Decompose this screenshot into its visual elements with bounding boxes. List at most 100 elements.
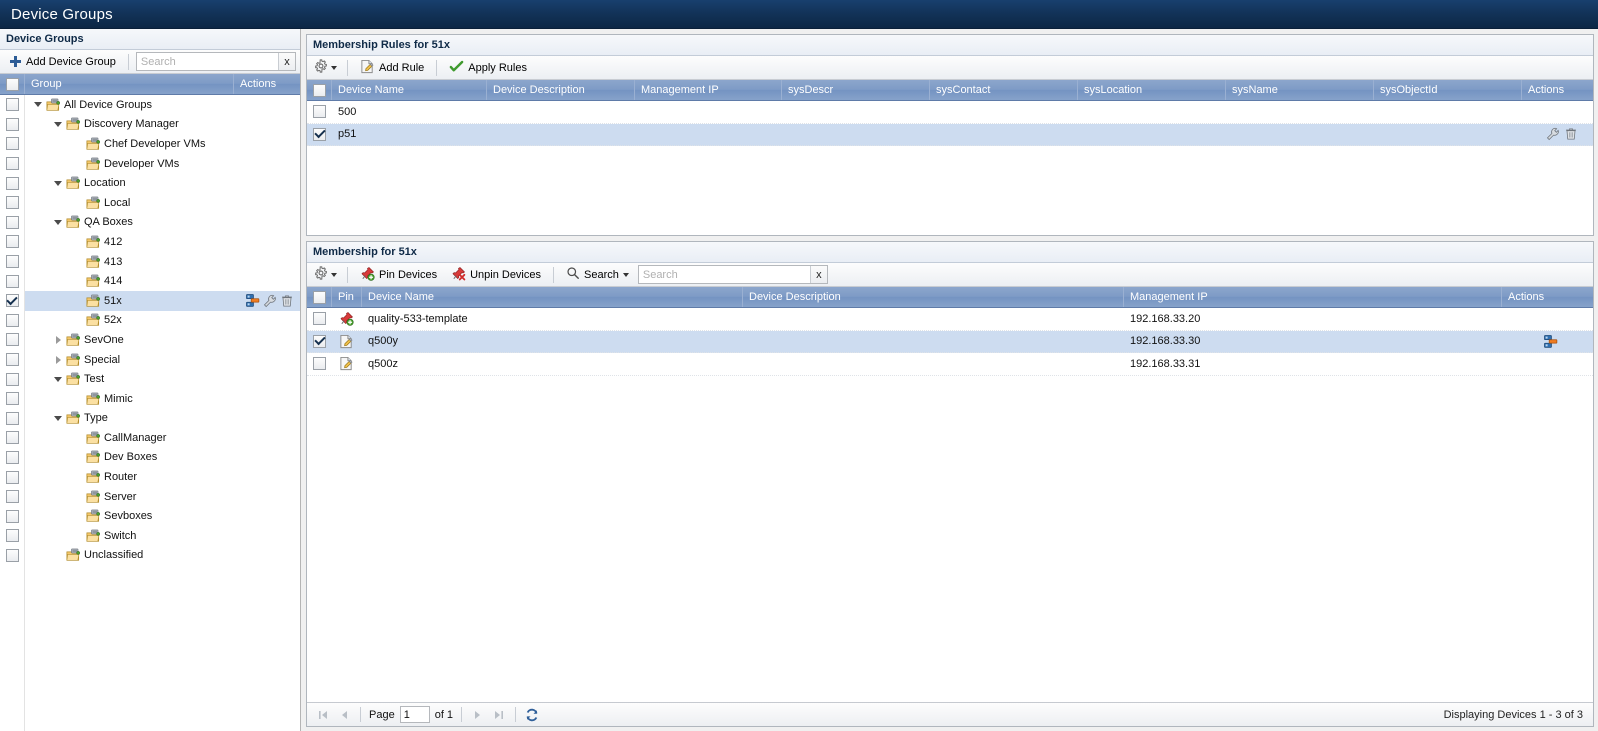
wrench-icon[interactable] (1546, 127, 1560, 141)
tree-row-checkbox[interactable] (5, 470, 19, 484)
tree-row-checkbox[interactable] (5, 548, 19, 562)
column-header-actions[interactable]: Actions (1502, 287, 1566, 307)
column-header-syscontact[interactable]: sysContact (930, 80, 1078, 100)
page-number-input[interactable] (399, 706, 430, 723)
column-header-pin[interactable]: Pin (332, 287, 362, 307)
chevron-down-icon[interactable] (54, 180, 62, 186)
tree-row-checkbox[interactable] (5, 98, 19, 112)
group-search-input[interactable] (136, 53, 278, 70)
edit-pencil-icon[interactable] (339, 334, 354, 349)
tree-item-sevboxes[interactable]: Sevboxes (25, 506, 300, 526)
column-header-management-ip[interactable]: Management IP (1124, 287, 1502, 307)
chevron-right-icon[interactable] (55, 335, 61, 344)
tree-item-mimic[interactable]: Mimic (25, 389, 300, 409)
chevron-down-icon[interactable] (54, 219, 62, 225)
member-row-checkbox[interactable] (313, 357, 326, 371)
column-header-sysdescr[interactable]: sysDescr (782, 80, 930, 100)
prev-page-icon[interactable] (336, 707, 352, 723)
chevron-down-icon[interactable] (54, 121, 62, 127)
chevron-down-icon[interactable] (34, 102, 42, 108)
tree-row-checkbox[interactable] (5, 235, 19, 249)
column-header-device-name[interactable]: Device Name (332, 80, 487, 100)
membership-rule-row[interactable]: 500 (307, 101, 1593, 124)
tree-row-checkbox[interactable] (5, 176, 19, 190)
select-all-groups-checkbox[interactable] (5, 77, 19, 91)
column-header-actions[interactable]: Actions (234, 74, 300, 94)
trash-icon[interactable] (280, 294, 294, 308)
tree-row-checkbox[interactable] (5, 313, 19, 327)
chevron-right-icon[interactable] (55, 355, 61, 364)
tree-row-checkbox[interactable] (5, 255, 19, 269)
trash-icon[interactable] (1564, 127, 1578, 141)
add-rule-button[interactable]: Add Rule (355, 58, 429, 78)
apply-rules-button[interactable]: Apply Rules (444, 58, 532, 78)
tree-item-413[interactable]: 413 (25, 252, 300, 272)
column-header-sysname[interactable]: sysName (1226, 80, 1374, 100)
tree-row-checkbox[interactable] (5, 372, 19, 386)
edit-pencil-icon[interactable] (339, 356, 354, 371)
tree-item-developer-vms[interactable]: Developer VMs (25, 154, 300, 174)
member-row-checkbox[interactable] (313, 312, 326, 326)
tree-item-local[interactable]: Local (25, 193, 300, 213)
tree-row-checkbox[interactable] (5, 490, 19, 504)
tree-item-52x[interactable]: 52x (25, 311, 300, 331)
pin-add-icon[interactable] (339, 311, 354, 327)
tree-item-414[interactable]: 414 (25, 271, 300, 291)
membership-search-input[interactable] (638, 266, 810, 283)
rule-row-checkbox[interactable] (313, 127, 326, 141)
tree-item-location[interactable]: Location (25, 173, 300, 193)
group-search-clear-button[interactable]: x (278, 53, 295, 70)
first-page-icon[interactable] (315, 707, 331, 723)
membership-row[interactable]: q500z 192.168.33.31 (307, 353, 1593, 376)
column-header-device-description[interactable]: Device Description (487, 80, 635, 100)
tree-item-switch[interactable]: Switch (25, 526, 300, 546)
tree-item-all-device-groups[interactable]: All Device Groups (25, 95, 300, 115)
members-select-all-checkbox[interactable] (312, 290, 326, 304)
column-header-device-name[interactable]: Device Name (362, 287, 743, 307)
tree-row-checkbox[interactable] (5, 392, 19, 406)
tree-item-qa-boxes[interactable]: QA Boxes (25, 213, 300, 233)
column-header-actions[interactable]: Actions (1522, 80, 1586, 100)
membership-row[interactable]: q500y 192.168.33.30 (307, 330, 1593, 353)
membership-row[interactable]: quality-533-template 192.168.33.20 (307, 308, 1593, 331)
last-page-icon[interactable] (491, 707, 507, 723)
tree-row-checkbox[interactable] (5, 215, 19, 229)
add-device-group-button[interactable]: Add Device Group (4, 52, 121, 72)
device-group-icon[interactable] (1543, 334, 1558, 349)
chevron-down-icon[interactable] (54, 415, 62, 421)
tree-item-51x[interactable]: 51x (25, 290, 300, 311)
next-page-icon[interactable] (470, 707, 486, 723)
wrench-icon[interactable] (263, 294, 277, 308)
tree-item-test[interactable]: Test (25, 369, 300, 389)
search-mode-button[interactable]: Search (561, 265, 634, 285)
rule-row-checkbox[interactable] (313, 105, 326, 119)
column-header-management-ip[interactable]: Management IP (635, 80, 782, 100)
tree-row-checkbox[interactable] (5, 450, 19, 464)
membership-rule-row[interactable]: p51 (307, 123, 1593, 146)
tree-row-checkbox[interactable] (5, 294, 19, 308)
tree-row-checkbox[interactable] (5, 274, 19, 288)
column-header-sysobjectid[interactable]: sysObjectId (1374, 80, 1522, 100)
tree-row-checkbox[interactable] (5, 509, 19, 523)
membership-search-clear-button[interactable]: x (809, 266, 827, 283)
membership-settings-menu-button[interactable] (311, 265, 340, 284)
rules-settings-menu-button[interactable] (311, 58, 340, 77)
tree-item-router[interactable]: Router (25, 467, 300, 487)
tree-row-checkbox[interactable] (5, 333, 19, 347)
unpin-devices-button[interactable]: Unpin Devices (446, 265, 546, 285)
column-header-device-description[interactable]: Device Description (743, 287, 1124, 307)
refresh-icon[interactable] (524, 707, 540, 723)
column-header-group[interactable]: Group (25, 74, 234, 94)
tree-item-sevone[interactable]: SevOne (25, 330, 300, 350)
tree-row-checkbox[interactable] (5, 529, 19, 543)
column-header-syslocation[interactable]: sysLocation (1078, 80, 1226, 100)
member-row-checkbox[interactable] (313, 334, 326, 348)
tree-item-dev-boxes[interactable]: Dev Boxes (25, 448, 300, 468)
tree-item-412[interactable]: 412 (25, 232, 300, 252)
tree-row-checkbox[interactable] (5, 411, 19, 425)
tree-row-checkbox[interactable] (5, 431, 19, 445)
tree-item-callmanager[interactable]: CallManager (25, 428, 300, 448)
chevron-down-icon[interactable] (54, 376, 62, 382)
tree-item-chef-developer-vms[interactable]: Chef Developer VMs (25, 134, 300, 154)
tree-row-checkbox[interactable] (5, 137, 19, 151)
